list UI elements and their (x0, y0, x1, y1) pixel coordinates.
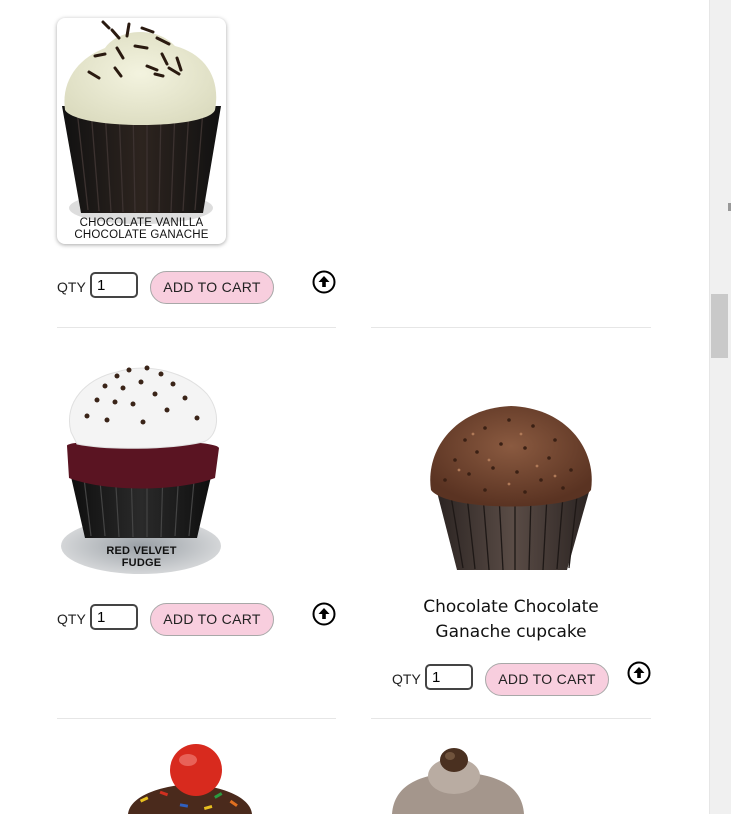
product-image-red-velvet-fudge[interactable]: RED VELVET FUDGE (57, 358, 226, 580)
image-caption-line2: FUDGE (121, 557, 162, 569)
add-to-cart-button[interactable]: ADD TO CART (150, 271, 274, 304)
image-caption-line1: CHOCOLATE VANILLA (79, 217, 204, 229)
circle-arrow-up-icon[interactable] (312, 270, 336, 294)
cupcake-illustration (128, 744, 252, 814)
qty-label: QTY (57, 279, 86, 295)
cupcake-illustration (62, 20, 221, 224)
quantity-input[interactable] (425, 664, 473, 690)
circle-arrow-up-icon[interactable] (627, 661, 651, 685)
qty-label: QTY (392, 671, 421, 687)
product-title[interactable]: Chocolate Chocolate Ganache cupcake (371, 595, 651, 645)
product-image-chocolate-vanilla[interactable]: CHOCOLATE VANILLA CHOCOLATE GANACHE (57, 18, 226, 244)
circle-arrow-up-icon[interactable] (312, 602, 336, 626)
product-title-line2: Ganache cupcake (435, 622, 587, 642)
row-divider (57, 718, 336, 719)
qty-label: QTY (57, 611, 86, 627)
scrollbar-thumb[interactable] (711, 294, 728, 358)
add-to-cart-button[interactable]: ADD TO CART (485, 663, 609, 696)
image-caption-line1: RED VELVET (106, 545, 177, 557)
quantity-input[interactable] (90, 272, 138, 298)
cupcake-illustration (392, 748, 524, 814)
product-image-chocolate-chocolate-ganache[interactable] (425, 400, 597, 578)
row-divider (371, 718, 651, 719)
image-caption-line2: CHOCOLATE GANACHE (74, 229, 209, 241)
product-image-partial-cherry-cupcake[interactable] (120, 740, 260, 814)
cupcake-illustration (430, 406, 592, 571)
product-title-line1: Chocolate Chocolate (423, 597, 599, 617)
row-divider (371, 327, 651, 328)
product-image-partial-coffee-cupcake[interactable] (388, 740, 528, 814)
page-scrollbar[interactable] (709, 0, 731, 814)
row-divider (57, 327, 336, 328)
add-to-cart-button[interactable]: ADD TO CART (150, 603, 274, 636)
quantity-input[interactable] (90, 604, 138, 630)
